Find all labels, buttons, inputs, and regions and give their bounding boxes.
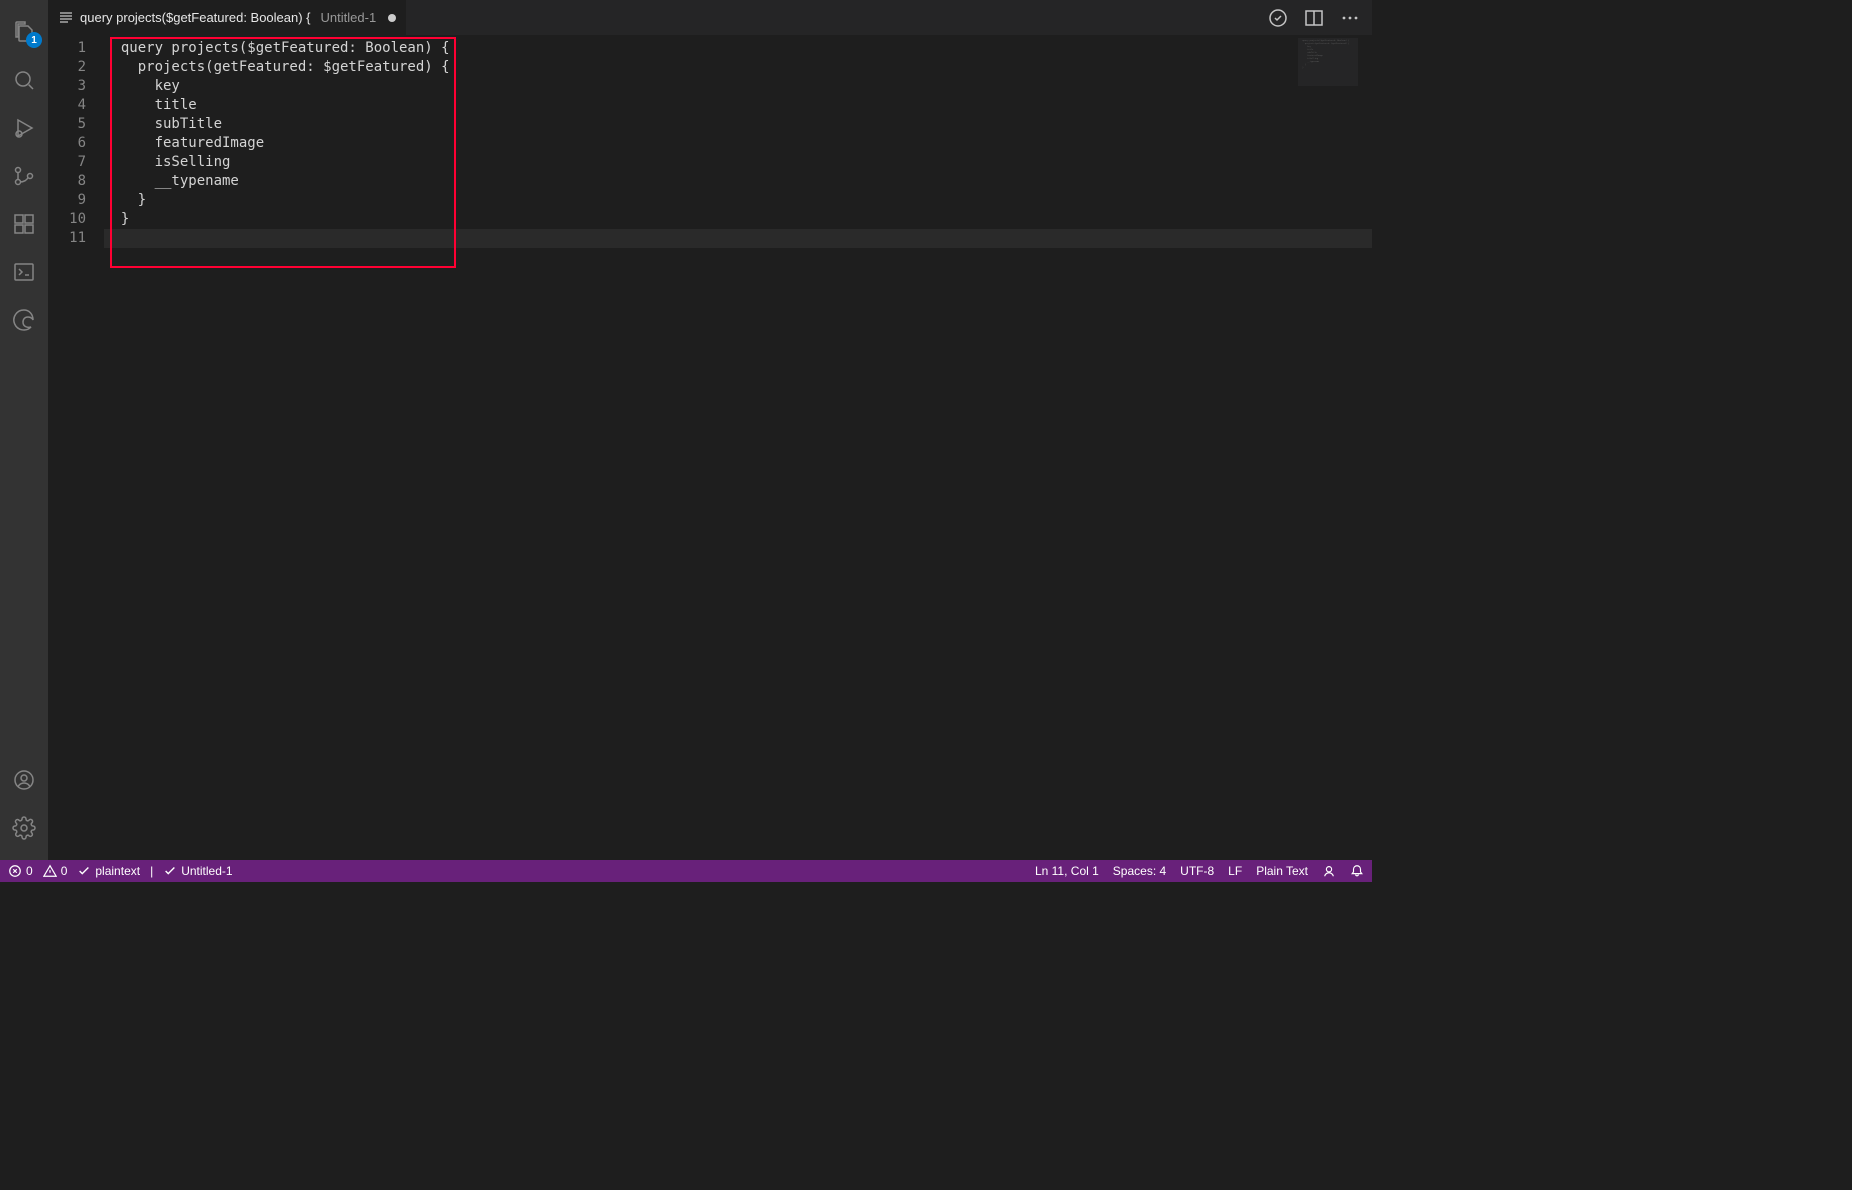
status-errors[interactable]: 0 xyxy=(8,864,33,878)
code-line[interactable]: } xyxy=(104,210,1372,229)
settings-gear-icon[interactable] xyxy=(0,804,48,852)
code-line[interactable]: featuredImage xyxy=(104,134,1372,153)
code-line[interactable]: title xyxy=(104,96,1372,115)
status-indentation-label: Spaces: 4 xyxy=(1113,864,1166,878)
line-number: 7 xyxy=(48,153,104,172)
code-line[interactable]: projects(getFeatured: $getFeatured) { xyxy=(104,58,1372,77)
activity-bar-bottom xyxy=(0,756,48,852)
status-language-mode[interactable]: Plain Text xyxy=(1256,864,1308,878)
code-line[interactable]: __typename xyxy=(104,172,1372,191)
dirty-indicator-icon xyxy=(388,14,396,22)
accounts-icon[interactable] xyxy=(0,756,48,804)
status-warnings-count: 0 xyxy=(61,864,68,878)
search-icon[interactable] xyxy=(0,56,48,104)
editor-tab[interactable]: query projects($getFeatured: Boolean) { … xyxy=(48,0,406,35)
activity-bar-top: 1 xyxy=(0,8,48,344)
main-area: 1 xyxy=(0,0,1372,860)
status-language-mode-label: Plain Text xyxy=(1256,864,1308,878)
line-number: 11 xyxy=(48,229,104,248)
status-divider: | xyxy=(150,864,153,878)
line-number-gutter: 1234567891011 xyxy=(48,35,104,860)
status-feedback-icon[interactable] xyxy=(1322,864,1336,878)
tab-bar: query projects($getFeatured: Boolean) { … xyxy=(48,0,1372,35)
line-number: 5 xyxy=(48,115,104,134)
line-number: 2 xyxy=(48,58,104,77)
minimap[interactable]: query projects($getFeatured: Boolean) { … xyxy=(1298,38,1358,86)
status-check-plaintext-label: plaintext xyxy=(95,864,140,878)
line-number: 10 xyxy=(48,210,104,229)
status-right: Ln 11, Col 1 Spaces: 4 UTF-8 LF Plain Te… xyxy=(1035,864,1364,878)
explorer-icon[interactable]: 1 xyxy=(0,8,48,56)
explorer-badge: 1 xyxy=(26,32,42,48)
tab-filename: Untitled-1 xyxy=(321,10,377,25)
line-number: 4 xyxy=(48,96,104,115)
activity-bar: 1 xyxy=(0,0,48,860)
status-check-plaintext[interactable]: plaintext xyxy=(77,864,140,878)
current-line-highlight xyxy=(104,229,1372,248)
code-line[interactable]: } xyxy=(104,191,1372,210)
code-line[interactable]: key xyxy=(104,77,1372,96)
line-number: 1 xyxy=(48,39,104,58)
status-warnings[interactable]: 0 xyxy=(43,864,68,878)
status-encoding-label: UTF-8 xyxy=(1180,864,1214,878)
status-check-filename[interactable]: Untitled-1 xyxy=(163,864,232,878)
run-debug-icon[interactable] xyxy=(0,104,48,152)
split-editor-icon[interactable] xyxy=(1304,8,1324,28)
code-line[interactable]: query projects($getFeatured: Boolean) { xyxy=(104,39,1372,58)
code-line[interactable]: subTitle xyxy=(104,115,1372,134)
edge-icon[interactable] xyxy=(0,296,48,344)
status-encoding[interactable]: UTF-8 xyxy=(1180,864,1214,878)
status-check-filename-label: Untitled-1 xyxy=(181,864,232,878)
editor-area: query projects($getFeatured: Boolean) { … xyxy=(48,0,1372,860)
line-number: 8 xyxy=(48,172,104,191)
source-control-icon[interactable] xyxy=(0,152,48,200)
extensions-icon[interactable] xyxy=(0,200,48,248)
status-left: 0 0 plaintext | Untitled-1 xyxy=(8,864,233,878)
code-line[interactable]: isSelling xyxy=(104,153,1372,172)
status-errors-count: 0 xyxy=(26,864,33,878)
status-eol[interactable]: LF xyxy=(1228,864,1242,878)
line-number: 3 xyxy=(48,77,104,96)
vertical-scrollbar[interactable] xyxy=(1358,35,1372,860)
more-actions-icon[interactable] xyxy=(1340,8,1360,28)
code-content[interactable]: query projects($getFeatured: Boolean) { … xyxy=(104,35,1372,860)
status-indentation[interactable]: Spaces: 4 xyxy=(1113,864,1166,878)
status-notifications-icon[interactable] xyxy=(1350,864,1364,878)
status-eol-label: LF xyxy=(1228,864,1242,878)
line-number: 9 xyxy=(48,191,104,210)
editor-body[interactable]: 1234567891011 query projects($getFeature… xyxy=(48,35,1372,860)
terminal-panel-icon[interactable] xyxy=(0,248,48,296)
status-bar: 0 0 plaintext | Untitled-1 Ln 11, Col 1 … xyxy=(0,860,1372,882)
run-check-icon[interactable] xyxy=(1268,8,1288,28)
tab-title: query projects($getFeatured: Boolean) { xyxy=(80,10,311,25)
file-lines-icon xyxy=(58,10,74,26)
status-cursor-position-label: Ln 11, Col 1 xyxy=(1035,864,1099,878)
tab-actions xyxy=(1268,8,1372,28)
status-cursor-position[interactable]: Ln 11, Col 1 xyxy=(1035,864,1099,878)
line-number: 6 xyxy=(48,134,104,153)
